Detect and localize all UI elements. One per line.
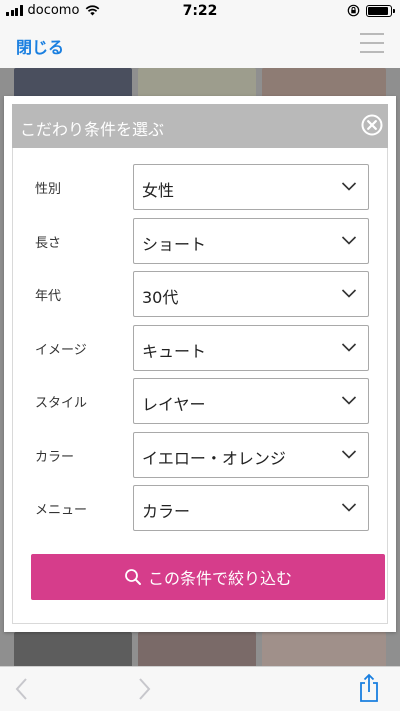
status-bar: docomo 7:22 [0, 0, 400, 22]
select-value: カラー [142, 502, 191, 521]
forward-arrow-icon[interactable] [136, 677, 152, 701]
chevron-down-icon [341, 342, 357, 352]
rotation-lock-icon [347, 4, 360, 17]
age-select[interactable]: 30代 [133, 271, 369, 317]
filter-modal: こだわり条件を選ぶ 性別 女性 長さ ショート 年代 30代 イメージ キュート… [4, 96, 396, 632]
background-photo [262, 68, 386, 98]
background-photo [14, 632, 132, 668]
filter-row-length: 長さ ショート [13, 217, 387, 264]
select-value: 女性 [142, 181, 175, 200]
color-select[interactable]: イエロー・オレンジ [133, 431, 369, 478]
image-select[interactable]: キュート [133, 324, 369, 371]
filter-row-gender: 性別 女性 [13, 164, 387, 210]
modal-title: こだわり条件を選ぶ [20, 120, 165, 139]
search-button-label: この条件で絞り込む [147, 569, 292, 588]
clock: 7:22 [182, 3, 218, 19]
filter-label: スタイル [35, 396, 88, 411]
chevron-down-icon [341, 396, 357, 405]
hamburger-menu-icon[interactable] [360, 33, 384, 55]
browser-toolbar [0, 666, 400, 711]
style-select[interactable]: レイヤー [133, 378, 369, 424]
chevron-down-icon [341, 235, 357, 245]
filter-label: 長さ [35, 235, 62, 251]
gender-select[interactable]: 女性 [133, 164, 369, 210]
length-select[interactable]: ショート [133, 217, 369, 264]
modal-header: こだわり条件を選ぶ [12, 104, 388, 148]
filter-row-color: カラー イエロー・オレンジ [13, 431, 387, 478]
filter-label: メニュー [35, 503, 88, 518]
filter-row-menu: メニュー カラー [13, 485, 387, 531]
chevron-down-icon [341, 503, 357, 512]
select-value: キュート [142, 341, 207, 361]
filter-label: カラー [35, 449, 75, 465]
background-photo [14, 68, 132, 98]
background-photo [138, 68, 256, 98]
status-right [347, 4, 395, 17]
select-value: レイヤー [142, 395, 206, 414]
select-value: 30代 [142, 288, 179, 307]
select-value: ショート [142, 234, 207, 254]
background-photo [262, 632, 386, 668]
chevron-down-icon [341, 289, 357, 298]
chevron-down-icon [341, 449, 357, 459]
nav-bar: 閉じる [0, 22, 400, 68]
select-value: イエロー・オレンジ [142, 448, 286, 468]
menu-select[interactable]: カラー [133, 485, 369, 531]
filter-label: 性別 [35, 182, 62, 197]
close-link[interactable]: 閉じる [16, 34, 64, 58]
search-icon [125, 569, 141, 585]
search-filter-button[interactable]: この条件で絞り込む [31, 554, 385, 600]
close-circle-icon[interactable] [360, 113, 384, 137]
background-photo [138, 632, 256, 668]
battery-icon [366, 4, 395, 17]
filter-row-style: スタイル レイヤー [13, 378, 387, 424]
filter-label: イメージ [35, 342, 87, 358]
filter-row-age: 年代 30代 [13, 271, 387, 317]
back-arrow-icon[interactable] [14, 677, 30, 701]
filter-row-image: イメージ キュート [13, 324, 387, 371]
filter-label: 年代 [35, 289, 62, 304]
share-icon[interactable] [358, 673, 380, 703]
chevron-down-icon [341, 182, 357, 191]
modal-body: 性別 女性 長さ ショート 年代 30代 イメージ キュート スタイル レイヤー… [12, 148, 388, 624]
